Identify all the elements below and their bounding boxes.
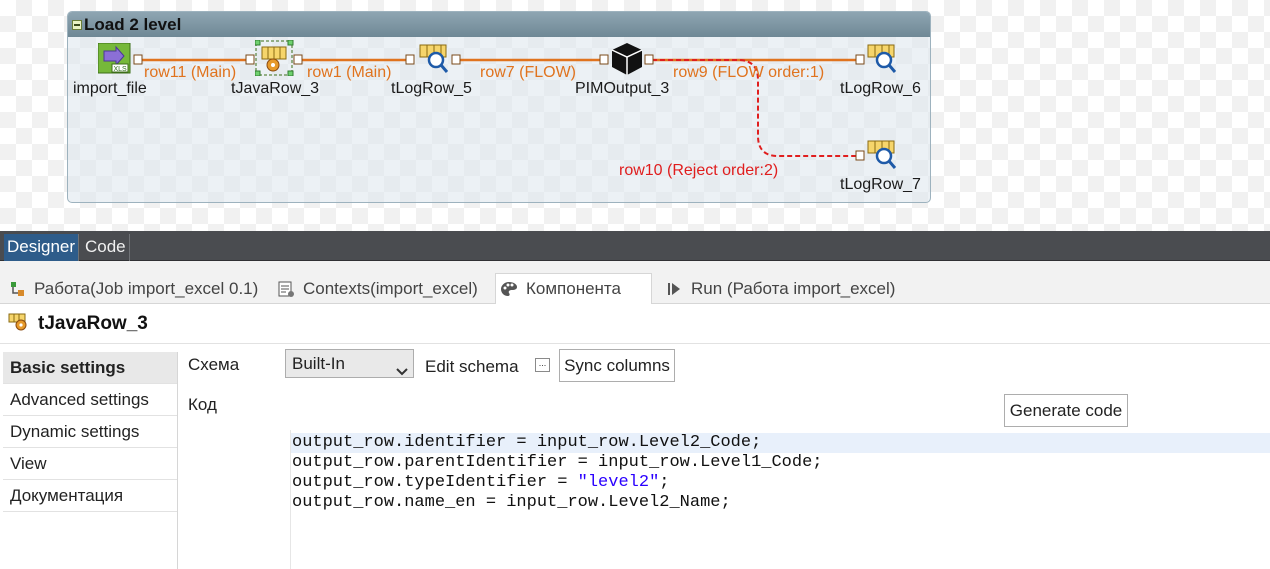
code-text: ; xyxy=(659,473,670,492)
code-string: "level2" xyxy=(577,473,660,492)
log-row-icon[interactable] xyxy=(866,139,898,176)
component-label[interactable]: tLogRow_6 xyxy=(840,80,921,98)
component-label[interactable]: import_file xyxy=(73,80,147,98)
settings-item-advanced[interactable]: Advanced settings xyxy=(3,384,177,416)
svg-text:XLS: XLS xyxy=(114,66,128,73)
component-header: tJavaRow_3 xyxy=(0,304,1270,344)
code-line: output_row.parentIdentifier = input_row.… xyxy=(292,453,823,472)
pim-output-icon[interactable] xyxy=(610,42,644,81)
run-icon xyxy=(665,280,683,298)
settings-item-docs[interactable]: Документация xyxy=(3,480,177,512)
tab-label: Компонента xyxy=(526,279,621,298)
tab-job[interactable]: Работа(Job import_excel 0.1) xyxy=(4,274,262,304)
schema-label: Схема xyxy=(188,355,240,374)
panel-tab-strip: Работа(Job import_excel 0.1) Contexts(im… xyxy=(0,261,1270,304)
tab-label: Работа(Job import_excel 0.1) xyxy=(34,279,259,298)
excel-input-icon[interactable]: XLS xyxy=(97,42,132,80)
tab-run[interactable]: Run (Работа import_excel) xyxy=(661,274,899,304)
log-row-icon[interactable] xyxy=(418,43,450,80)
contexts-icon xyxy=(277,280,295,298)
view-tab-strip: Designer Code xyxy=(0,231,1270,261)
tab-code[interactable]: Code xyxy=(82,234,130,261)
component-label[interactable]: PIMOutput_3 xyxy=(575,80,669,98)
connection-lines xyxy=(133,54,865,161)
log-row-icon[interactable] xyxy=(866,43,898,80)
palette-icon xyxy=(500,280,518,298)
settings-menu: Basic settings Advanced settings Dynamic… xyxy=(3,352,178,569)
tab-component[interactable]: Компонента xyxy=(495,273,652,304)
link-label[interactable]: row11 (Main) xyxy=(144,64,236,82)
job-icon xyxy=(8,280,26,298)
code-label: Код xyxy=(188,395,217,414)
edit-schema-button[interactable]: ... xyxy=(535,358,550,372)
tab-designer[interactable]: Designer xyxy=(4,234,80,261)
code-line: output_row.typeIdentifier = "level2"; xyxy=(291,473,1270,493)
settings-item-view[interactable]: View xyxy=(3,448,177,480)
edit-schema-label: Edit schema xyxy=(425,357,519,376)
link-label[interactable]: row10 (Reject order:2) xyxy=(619,162,778,180)
link-label[interactable]: row9 (FLOW order:1) xyxy=(673,64,824,82)
java-row-icon xyxy=(8,311,30,336)
settings-item-basic[interactable]: Basic settings xyxy=(3,352,177,384)
code-line: output_row.name_en = input_row.Level2_Na… xyxy=(292,493,731,512)
schema-value: Built-In xyxy=(292,354,345,373)
sync-columns-button[interactable]: Sync columns xyxy=(559,349,675,382)
code-text: output_row.typeIdentifier = xyxy=(292,473,578,492)
chevron-down-icon xyxy=(396,358,408,385)
tab-label: Run (Работа import_excel) xyxy=(691,279,896,298)
component-title: tJavaRow_3 xyxy=(38,312,148,334)
schema-select[interactable]: Built-In xyxy=(285,349,414,378)
generate-code-button[interactable]: Generate code xyxy=(1004,394,1128,427)
component-label[interactable]: tLogRow_7 xyxy=(840,176,921,194)
link-label[interactable]: row7 (FLOW) xyxy=(480,64,576,82)
code-editor[interactable]: output_row.identifier = input_row.Level2… xyxy=(290,430,1270,569)
code-line: output_row.identifier = input_row.Level2… xyxy=(291,433,1270,453)
java-row-icon[interactable] xyxy=(254,39,295,81)
component-label[interactable]: tLogRow_5 xyxy=(391,80,472,98)
designer-canvas[interactable]: Load 2 level XLS import_file tJavaRow_3 … xyxy=(0,0,1270,231)
tab-label: Contexts(import_excel) xyxy=(303,279,478,298)
component-label[interactable]: tJavaRow_3 xyxy=(231,80,319,98)
tab-contexts[interactable]: Contexts(import_excel) xyxy=(273,274,482,304)
settings-item-dynamic[interactable]: Dynamic settings xyxy=(3,416,177,448)
link-label[interactable]: row1 (Main) xyxy=(307,64,391,82)
